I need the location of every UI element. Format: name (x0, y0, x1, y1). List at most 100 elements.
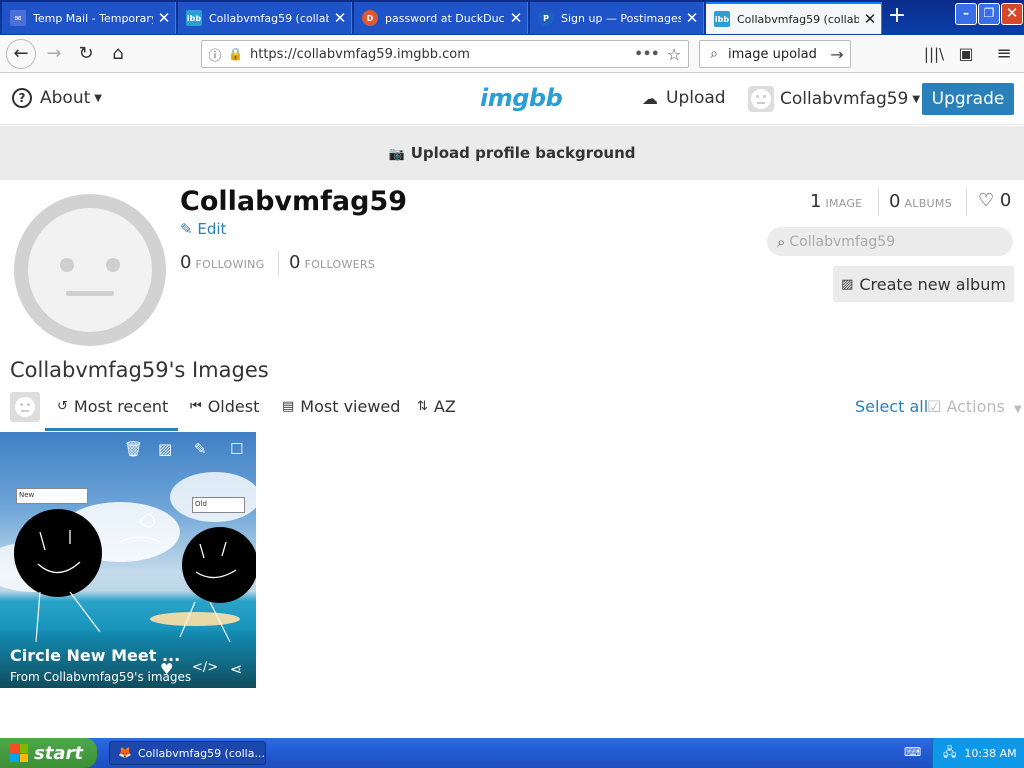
reload-icon[interactable]: ↻ (72, 40, 100, 68)
sort-most-viewed[interactable]: ▤ Most viewed (282, 397, 400, 416)
network-icon[interactable]: 🖧 (943, 743, 956, 764)
close-icon[interactable]: ✕ (153, 9, 175, 27)
close-icon[interactable]: ✕ (681, 9, 703, 27)
windows-taskbar: start 🦊 Collabvmfag59 (colla... ⌨ 🖧 10:3… (0, 738, 1024, 768)
url-bar[interactable]: ⓘ 🔒 https://collabvmfag59.imgbb.com ••• … (201, 40, 689, 68)
avatar (748, 86, 774, 112)
caret-down-icon: ▼ (94, 92, 102, 104)
maximize-button[interactable]: ❐ (978, 3, 1000, 25)
start-label: start (34, 742, 83, 764)
mail-icon: ✉ (10, 10, 26, 26)
album-icon: ▨ (841, 276, 854, 292)
embed-code-icon[interactable]: </> (192, 660, 218, 675)
keyboard-icon[interactable]: ⌨ (904, 745, 921, 759)
windows-flag-icon (10, 744, 28, 762)
close-icon[interactable]: ✕ (859, 10, 881, 28)
home-icon[interactable]: ⌂ (104, 40, 132, 68)
imgbb-logo[interactable]: imgbb (480, 84, 563, 112)
library-icon[interactable]: |||\ (920, 40, 948, 68)
url-text[interactable]: https://collabvmfag59.imgbb.com (250, 47, 634, 62)
info-icon[interactable]: ⓘ (202, 45, 228, 64)
tab-collabvmfag59-active[interactable]: ibb Collabvmfag59 (collabvm ✕ (706, 2, 882, 34)
images-section-title: Collabvmfag59's Images (10, 358, 269, 382)
tab-duckduckgo[interactable]: D password at DuckDuckG ✕ (354, 2, 528, 34)
user-search-input[interactable]: ⌕ Collabvmfag59 (767, 227, 1013, 256)
bookmark-star-icon[interactable]: ☆ (660, 45, 688, 64)
sort-az[interactable]: ⇅ AZ (417, 397, 456, 416)
user-label: Collabvmfag59 (780, 89, 909, 109)
about-menu[interactable]: ? About ▼ (12, 88, 102, 108)
close-icon[interactable]: ✕ (505, 9, 527, 27)
active-sort-indicator (45, 428, 178, 431)
upgrade-button[interactable]: Upgrade (922, 83, 1014, 115)
upload-profile-background-label: Upload profile background (410, 144, 636, 162)
sort-most-recent[interactable]: ↺ Most recent (57, 397, 168, 416)
actions-menu[interactable]: ☑ Actions ▼ (927, 397, 1022, 416)
page-actions-icon[interactable]: ••• (634, 47, 660, 62)
search-go-icon[interactable]: → (824, 45, 850, 64)
image-title[interactable]: Circle New Meet ... (10, 646, 180, 665)
window-close-button[interactable]: ✕ (1001, 3, 1023, 25)
sidebar-icon[interactable]: ▣ (952, 40, 980, 68)
followers-label: FOLLOWERS (304, 258, 376, 271)
following-stat[interactable]: 0 FOLLOWING (180, 252, 265, 273)
sort-oldest[interactable]: ⏮ Oldest (190, 397, 259, 416)
search-bar[interactable]: ⌕ image upolad → (699, 40, 851, 68)
images-count: 1 (810, 191, 822, 212)
close-icon[interactable]: ✕ (329, 9, 351, 27)
system-tray: 🖧 10:38 AM (932, 738, 1024, 768)
minimize-button[interactable]: – (955, 3, 977, 25)
edit-icon: ✎ (180, 220, 193, 238)
history-icon: ↺ (57, 399, 68, 414)
menu-icon[interactable]: ≡ (990, 40, 1018, 68)
edit-link[interactable]: ✎ Edit (180, 220, 226, 238)
upload-profile-background-button[interactable]: 📷 Upload profile background (0, 126, 1024, 180)
duckduckgo-icon: D (362, 10, 378, 26)
create-new-album-button[interactable]: ▨ Create new album (833, 266, 1014, 302)
checkbox-icon: ☑ (927, 397, 942, 416)
likes-stat[interactable]: ♡ 0 (978, 190, 1011, 211)
avatar[interactable] (10, 392, 40, 422)
new-tab-button[interactable]: + (882, 4, 912, 30)
user-menu[interactable]: Collabvmfag59 ▼ (748, 86, 920, 112)
following-count: 0 (180, 252, 192, 273)
image-icon[interactable]: ▨ (158, 440, 172, 458)
clock[interactable]: 10:38 AM (964, 747, 1016, 760)
taskbar-firefox-window[interactable]: 🦊 Collabvmfag59 (colla... (109, 741, 266, 765)
site-header: ? About ▼ imgbb ☁ Upload Collabvmfag59 ▼… (0, 74, 1024, 125)
actions-label: Actions (946, 397, 1005, 416)
firefox-icon: 🦊 (118, 746, 132, 759)
search-input[interactable]: image upolad (728, 47, 824, 62)
select-all-button[interactable]: Select all (855, 397, 928, 416)
followers-stat[interactable]: 0 FOLLOWERS (289, 252, 375, 273)
sort-alpha-icon: ⇅ (417, 399, 428, 414)
tab-collabvmfag59[interactable]: ibb Collabvmfag59 (collabvm ✕ (178, 2, 352, 34)
upload-link[interactable]: ☁ Upload (642, 88, 726, 108)
images-stat[interactable]: 1 IMAGE (810, 191, 863, 212)
heart-icon: ♡ (978, 190, 995, 211)
share-icon[interactable]: ⋖ (230, 660, 243, 678)
like-heart-icon[interactable]: ♥ (160, 660, 173, 678)
select-checkbox-icon[interactable]: ☐ (230, 440, 243, 458)
forward-icon[interactable]: → (40, 40, 68, 68)
image-card[interactable]: New Old 🗑 ▨ ✎ ☐ Circle New Meet ... From… (0, 432, 256, 688)
divider (966, 188, 967, 216)
delete-icon[interactable]: 🗑 (124, 440, 143, 458)
tab-temp-mail[interactable]: ✉ Temp Mail - Temporary E ✕ (2, 2, 176, 34)
taskbar-window-label: Collabvmfag59 (colla... (138, 746, 265, 760)
edit-icon[interactable]: ✎ (194, 440, 207, 458)
tab-postimages[interactable]: P Sign up — Postimages ✕ (530, 2, 704, 34)
albums-label: ALBUMS (904, 197, 952, 210)
rewind-icon: ⏮ (190, 399, 202, 414)
divider (278, 250, 279, 276)
camera-icon: 📷 (388, 147, 405, 162)
upload-label: Upload (666, 88, 726, 108)
browser-nav-bar: ← → ↻ ⌂ ⓘ 🔒 https://collabvmfag59.imgbb.… (0, 35, 1024, 73)
albums-stat[interactable]: 0 ALBUMS (889, 191, 952, 212)
start-button[interactable]: start (0, 738, 97, 768)
sort-toolbar: ↺ Most recent ⏮ Oldest ▤ Most viewed ⇅ A… (0, 392, 1024, 432)
tab-label: password at DuckDuckG (385, 11, 505, 25)
back-icon[interactable]: ← (6, 39, 36, 69)
create-new-album-label: Create new album (859, 274, 1006, 294)
imgbb-icon: ibb (186, 10, 202, 26)
